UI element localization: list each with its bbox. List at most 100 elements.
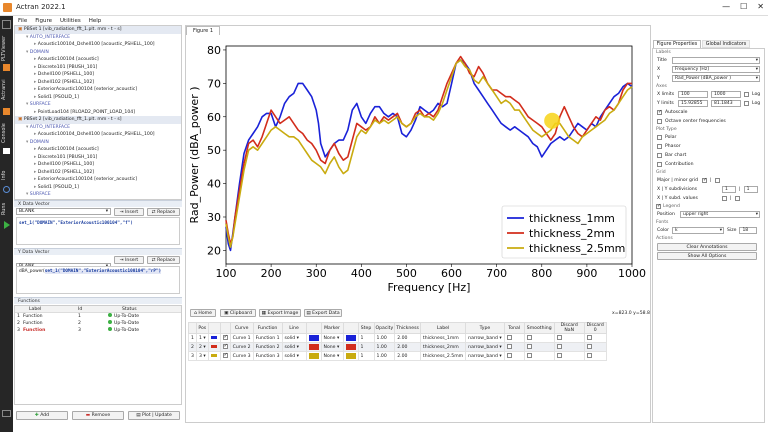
x-insert-button[interactable]: ⇥ Insert — [114, 208, 144, 216]
step-input[interactable]: 1 — [357, 342, 375, 352]
font-color-select[interactable]: k ▾ — [672, 227, 724, 234]
discard-zero-cell[interactable] — [583, 351, 607, 361]
phasor-checkbox[interactable] — [657, 144, 662, 149]
run-icon[interactable] — [4, 221, 10, 229]
export-image-button[interactable]: ▦ Export Image — [259, 309, 301, 317]
line-color-swatch[interactable] — [308, 352, 319, 359]
clear-annotations-button[interactable]: Clear Annotations — [657, 243, 757, 251]
autoscale-checkbox[interactable] — [657, 109, 662, 115]
discard-zero-checkbox[interactable] — [586, 343, 592, 349]
export-data-button[interactable]: ▤ Export Data — [304, 309, 342, 317]
console-icon[interactable] — [3, 148, 10, 154]
tree-item[interactable]: ▸ ExteriorAcoustic100104 [exterior_acous… — [15, 86, 181, 94]
marker-select[interactable]: None ▾ — [320, 351, 344, 361]
x-label-input[interactable]: Frequency [Hz] ▾ — [672, 66, 760, 73]
major-grid-checkbox[interactable] — [702, 177, 707, 183]
curve-row[interactable]: 33 ▾Curve 3Function 3solid ▾None ▾11.002… — [188, 351, 607, 361]
legend-position-select[interactable]: upper right ▾ — [680, 211, 760, 218]
step-input[interactable]: 1 — [357, 333, 375, 343]
label-input[interactable]: thickness_1mm — [419, 333, 467, 343]
plot-update-button[interactable]: ▤ Plot | Update — [128, 411, 180, 420]
tree-item[interactable]: ▸ Acoustic100104_Dshell100 [acoustic_PSH… — [15, 41, 181, 49]
y-subdiv-input[interactable]: 1 — [743, 186, 758, 193]
smoothing-checkbox[interactable] — [526, 352, 532, 358]
line-style-select[interactable]: solid ▾ — [281, 342, 307, 352]
marker-color-cell[interactable] — [342, 351, 359, 361]
thickness-input[interactable]: 2.00 — [394, 342, 421, 352]
visible-checkbox[interactable] — [222, 352, 228, 358]
tab-figure-1[interactable]: Figure 1 — [186, 26, 220, 35]
tree-item[interactable]: ▸ Dshell102 [PSHELL_102] — [15, 169, 181, 177]
pltviewer-icon[interactable] — [3, 64, 10, 71]
contribution-checkbox[interactable] — [657, 162, 662, 167]
tree-item[interactable]: ▸ Dshell100 [PSHELL_100] — [15, 71, 181, 79]
visible-checkbox-cell[interactable] — [219, 351, 231, 361]
tab-global-indicators[interactable]: Global Indicators — [702, 40, 750, 48]
marker-select[interactable]: None ▾ — [320, 333, 344, 343]
home-button[interactable]: ⌂ Home — [190, 309, 216, 317]
discard-zero-checkbox[interactable] — [586, 352, 592, 358]
info-icon[interactable] — [3, 186, 10, 193]
x-vector-combo[interactable]: BLANK ▾ — [16, 208, 111, 215]
smoothing-cell[interactable] — [523, 333, 555, 343]
tree-item[interactable]: ▾ SURFACE — [15, 191, 181, 199]
line-color-swatch[interactable] — [308, 334, 319, 341]
x-replace-button[interactable]: ⇄ Replace — [147, 208, 180, 216]
thickness-input[interactable]: 2.00 — [394, 333, 421, 343]
x-log-checkbox[interactable] — [744, 92, 749, 97]
pos-select[interactable]: 3 ▾ — [195, 351, 209, 361]
tonal-checkbox[interactable] — [506, 352, 512, 358]
tree-item[interactable]: ▸ Dshell102 [PSHELL_102] — [15, 79, 181, 87]
line-color-cell[interactable] — [305, 342, 322, 352]
opacity-input[interactable]: 1.00 — [373, 333, 396, 343]
discard-zero-checkbox[interactable] — [586, 334, 592, 340]
tab-console[interactable]: Console — [1, 120, 12, 146]
octave-checkbox[interactable] — [657, 119, 662, 124]
tree-item[interactable]: ▸ Solid1 [PSOLID_1] — [15, 94, 181, 102]
smoothing-cell[interactable] — [523, 351, 555, 361]
marker-color-swatch[interactable] — [345, 343, 356, 350]
tree-item[interactable]: ▸ Dshell100 [PSHELL_100] — [15, 161, 181, 169]
curve-row[interactable]: 22 ▾Curve 2Function 2solid ▾None ▾11.002… — [188, 342, 607, 352]
discard-nan-checkbox[interactable] — [556, 334, 562, 340]
close-button[interactable]: ✕ — [757, 2, 764, 11]
function-row[interactable]: 1 Function 1 Up-To-Date — [15, 313, 181, 320]
tree-item[interactable]: ▸ ExteriorAcoustic100104 [exterior_acous… — [15, 176, 181, 184]
tonal-cell[interactable] — [503, 333, 525, 343]
minimize-button[interactable]: — — [722, 2, 730, 11]
marker-color-cell[interactable] — [342, 342, 359, 352]
tonal-cell[interactable] — [503, 351, 525, 361]
discard-nan-cell[interactable] — [553, 333, 585, 343]
x-subdiv-input[interactable]: 1 — [722, 186, 736, 193]
y-insert-button[interactable]: ⇥ Insert — [114, 256, 144, 264]
tree-item[interactable]: ▸ Solid1 [PSOLID_1] — [15, 184, 181, 192]
opacity-input[interactable]: 1.00 — [373, 351, 396, 361]
tree-item[interactable]: ▾ AUTO_INTERFACE — [15, 34, 181, 42]
bar-chart-checkbox[interactable] — [657, 153, 662, 158]
ymax-input[interactable]: 81.1843 — [711, 100, 741, 107]
smoothing-cell[interactable] — [523, 342, 555, 352]
line-style-select[interactable]: solid ▾ — [281, 351, 307, 361]
tab-figure-properties[interactable]: Figure Properties — [653, 40, 701, 48]
opacity-input[interactable]: 1.00 — [373, 342, 396, 352]
font-size-input[interactable]: 18 — [739, 227, 758, 234]
tree-item[interactable]: ▾ DOMAIN — [15, 49, 181, 57]
marker-color-swatch[interactable] — [345, 352, 356, 359]
discard-nan-cell[interactable] — [553, 342, 585, 352]
tree-item[interactable]: ▣ PBSet 2 [vib_radiation_fft_1.plt. mm -… — [15, 116, 181, 124]
visible-checkbox[interactable] — [222, 343, 228, 349]
y-subdiv-values-checkbox[interactable] — [734, 196, 740, 201]
line-color-swatch[interactable] — [308, 343, 319, 350]
discard-zero-cell[interactable] — [583, 333, 607, 343]
tonal-checkbox[interactable] — [506, 343, 512, 349]
tree-item[interactable]: ▸ Discrete101 [PBUSH_101] — [15, 64, 181, 72]
menu-help[interactable]: Help — [89, 18, 102, 24]
frequency-chart[interactable]: 100 200 300 400 500 600 700 800 900 1000 20 30 40 50 6… — [186, 36, 650, 302]
tree-item[interactable]: ▸ PointLoad104 [RLOAD2_POINT_LOAD_104] — [15, 109, 181, 117]
tree-item[interactable]: ▸ Acoustic100104_Dshell100 [acoustic_PSH… — [15, 131, 181, 139]
ymin-input[interactable]: 15.92855 — [678, 100, 708, 107]
discard-zero-cell[interactable] — [583, 342, 607, 352]
new-doc-icon[interactable] — [2, 20, 11, 29]
curve-row[interactable]: 11 ▾Curve 1Function 1solid ▾None ▾11.002… — [188, 333, 607, 343]
actranvi-icon[interactable] — [3, 108, 10, 115]
